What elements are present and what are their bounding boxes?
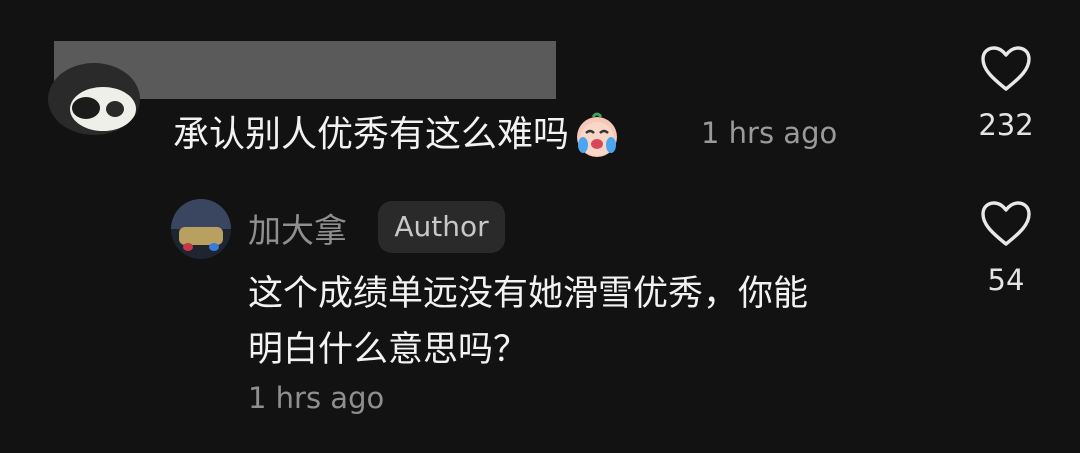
author-badge: Author bbox=[378, 201, 505, 253]
comment-body: 承认别人优秀有这么难吗 bbox=[173, 108, 623, 162]
avatar-shape bbox=[106, 101, 124, 117]
reply-username[interactable]: 加大拿 bbox=[248, 204, 347, 252]
like-button[interactable]: 232 bbox=[961, 44, 1051, 142]
heart-outline-icon bbox=[981, 46, 1031, 91]
comment-timestamp: 1 hrs ago bbox=[701, 116, 838, 150]
crying-face-emoji-icon bbox=[577, 112, 618, 157]
reply-body: 这个成绩单远没有她滑雪优秀，你能 明白什么意思吗？ bbox=[248, 266, 938, 378]
reply-text-line: 明白什么意思吗？ bbox=[248, 330, 529, 370]
avatar-shape bbox=[209, 243, 219, 251]
like-count: 54 bbox=[987, 263, 1025, 297]
heart-outline-icon bbox=[981, 201, 1031, 246]
like-count: 232 bbox=[978, 108, 1034, 142]
avatar-shape bbox=[183, 243, 193, 251]
reply-text-line: 这个成绩单远没有她滑雪优秀，你能 bbox=[248, 274, 809, 314]
reply-timestamp: 1 hrs ago bbox=[248, 381, 385, 415]
like-button[interactable]: 54 bbox=[961, 199, 1051, 297]
comment-text: 承认别人优秀有这么难吗 bbox=[173, 114, 570, 155]
avatar[interactable] bbox=[171, 199, 231, 259]
avatar-shape bbox=[72, 97, 100, 119]
avatar[interactable] bbox=[48, 63, 140, 135]
avatar-shape bbox=[171, 199, 231, 229]
